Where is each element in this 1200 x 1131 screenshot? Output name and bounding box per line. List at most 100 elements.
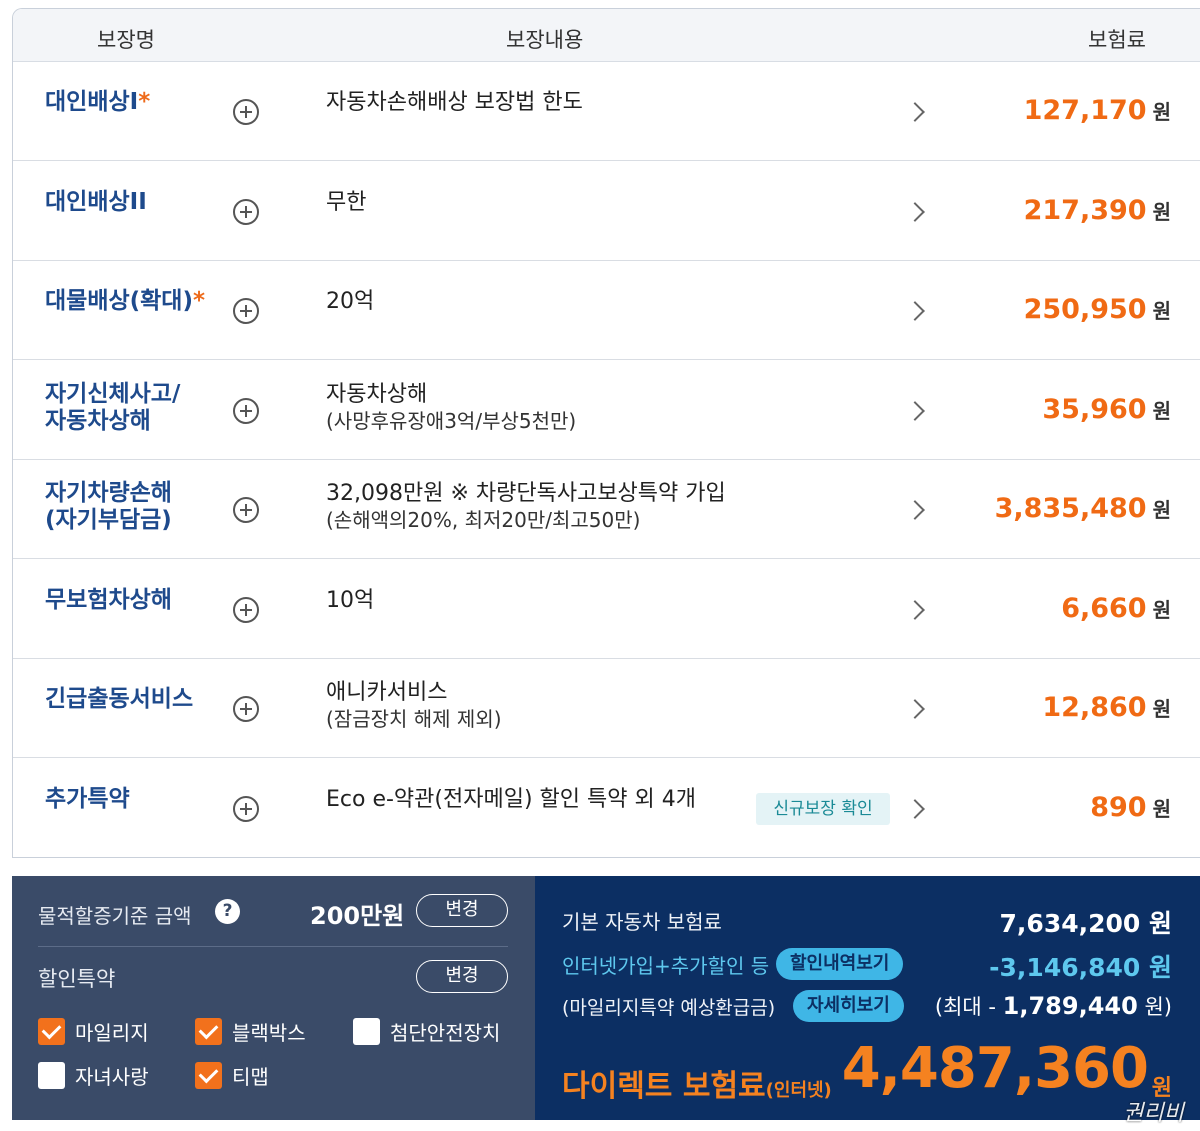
- checkbox-box[interactable]: [195, 1018, 222, 1045]
- premium-value: 127,170: [1023, 95, 1147, 126]
- premium-summary-panel: 기본 자동차 보험료 7,634,200 원 인터넷가입+추가할인 등 할인내역…: [535, 876, 1200, 1120]
- divider: [38, 946, 508, 947]
- expand-plus-icon[interactable]: [233, 596, 259, 623]
- required-star: *: [138, 89, 151, 115]
- premium-amount: 3,835,480 원: [995, 493, 1171, 524]
- expand-plus-icon[interactable]: [233, 198, 259, 225]
- checkbox-box[interactable]: [353, 1018, 380, 1045]
- coverage-detail: 32,098만원 ※ 차량단독사고보상특약 가입 (손해액의20%, 최저20만/…: [326, 480, 726, 534]
- table-row[interactable]: 대물배상(확대)* 20억 250,950 원: [13, 261, 1200, 360]
- change-discount-button[interactable]: 변경: [416, 960, 508, 993]
- change-property-button[interactable]: 변경: [416, 894, 508, 927]
- discount-rider-label: 할인특약: [38, 967, 116, 991]
- checkbox-blackbox[interactable]: 블랙박스: [195, 1017, 306, 1046]
- checkbox-mileage[interactable]: 마일리지: [38, 1017, 149, 1046]
- coverage-detail: 10억: [326, 587, 374, 614]
- base-premium-amount: 7,634,200 원: [999, 909, 1172, 938]
- chevron-right-icon[interactable]: [905, 102, 925, 122]
- direct-label: 다이렉트 보험료: [562, 1069, 766, 1104]
- checkbox-tmap[interactable]: 티맵: [195, 1061, 269, 1090]
- premium-amount: 35,960 원: [1042, 394, 1171, 425]
- coverage-detail: 자동차손해배상 보장법 한도: [326, 89, 583, 116]
- table-row[interactable]: 자기차량손해 (자기부담금) 32,098만원 ※ 차량단독사고보상특약 가입 (손해…: [13, 460, 1200, 559]
- header-coverage-name: 보장명: [97, 28, 155, 52]
- mileage-prefix: (최대 -: [934, 995, 1003, 1019]
- base-premium-label: 기본 자동차 보험료: [562, 910, 722, 934]
- checkbox-label: 자녀사랑: [75, 1065, 149, 1089]
- required-star: *: [192, 288, 206, 314]
- coverage-detail-main: 10억: [326, 587, 375, 613]
- expand-plus-icon[interactable]: [233, 497, 259, 523]
- coverage-detail-main: 32,098만원 ※ 차량단독사고보상특약 가입: [326, 481, 726, 506]
- premium-won: 원: [1152, 597, 1171, 622]
- expand-plus-icon[interactable]: [233, 99, 259, 125]
- expand-plus-icon[interactable]: [233, 298, 259, 324]
- direct-premium-total: 4,487,360: [841, 1036, 1149, 1101]
- direct-premium-label: 다이렉트 보험료(인터넷): [562, 1061, 832, 1105]
- discount-amount: -3,146,840 원: [989, 953, 1172, 982]
- coverage-detail-main: 자동차손해배상 보장법 한도: [326, 90, 583, 115]
- chevron-right-icon[interactable]: [905, 500, 925, 520]
- coverage-name: 추가특약: [45, 785, 130, 812]
- premium-won: 원: [1152, 100, 1171, 124]
- table-row[interactable]: 대인배상II 무한 217,390 원: [13, 162, 1200, 261]
- discount-label: 인터넷가입+추가할인 등: [562, 954, 770, 978]
- checkbox-child-love[interactable]: 자녀사랑: [38, 1061, 149, 1090]
- table-row[interactable]: 자기신체사고/자동차상해 자동차상해 (사망후유장애3억/부상5천만) 35,960 원: [13, 361, 1200, 460]
- coverage-detail: 무한: [326, 189, 366, 216]
- table-row[interactable]: 긴급출동서비스 애니카서비스 (잠금장치 해제 제외) 12,860 원: [13, 659, 1200, 758]
- premium-won: 원: [1152, 498, 1171, 522]
- premium-won: 원: [1152, 199, 1171, 224]
- chevron-right-icon[interactable]: [905, 599, 925, 620]
- coverage-detail: Eco e-약관(전자메일) 할인 특약 외 4개: [326, 786, 696, 813]
- chevron-right-icon[interactable]: [905, 400, 925, 421]
- coverage-name: 무보험차상해: [45, 586, 172, 613]
- checkbox-box[interactable]: [38, 1018, 65, 1045]
- new-coverage-badge[interactable]: 신규보장 확인: [756, 792, 890, 825]
- mileage-value: 1,789,440: [1002, 992, 1138, 1020]
- coverage-detail-main: 20억: [326, 289, 375, 314]
- coverage-name: 대인배상II: [45, 188, 147, 215]
- coverage-name: 대인배상I*: [45, 89, 151, 115]
- checkbox-advanced-safety[interactable]: 첨단안전장치: [353, 1017, 500, 1046]
- coverage-detail-sub: (손해액의20%, 최저20만/최고50만): [326, 508, 641, 532]
- coverage-name: 대물배상(확대)*: [45, 288, 206, 314]
- discount-panel: 물적할증기준 금액 ? 200만원 변경 할인특약 변경 마일리지 블랙박스 첨…: [12, 876, 535, 1120]
- header-coverage-detail: 보장내용: [506, 28, 584, 52]
- coverage-detail: 애니카서비스 (잠금장치 해제 제외): [326, 679, 502, 733]
- coverage-detail-main: Eco e-약관(전자메일) 할인 특약 외 4개: [326, 786, 696, 812]
- expand-plus-icon[interactable]: [233, 397, 259, 424]
- expand-plus-icon[interactable]: [233, 795, 259, 822]
- coverage-detail-main: 애니카서비스: [326, 680, 448, 705]
- view-discount-button[interactable]: 할인내역보기: [776, 948, 904, 980]
- chevron-right-icon[interactable]: [905, 201, 925, 222]
- coverage-detail-sub: (사망후유장애3억/부상5천만): [326, 408, 577, 433]
- property-surcharge-label: 물적할증기준 금액: [38, 904, 192, 928]
- table-row[interactable]: 무보험차상해 10억 6,660 원: [13, 560, 1200, 659]
- chevron-right-icon[interactable]: [905, 798, 925, 819]
- view-details-button[interactable]: 자세히보기: [793, 990, 904, 1022]
- premium-amount: 217,390 원: [1024, 195, 1171, 226]
- mileage-refund-label: (마일리지특약 예상환급금): [562, 997, 776, 1019]
- premium-won: 원: [1152, 697, 1171, 721]
- coverage-detail-main: 무한: [326, 189, 367, 215]
- premium-amount: 12,860 원: [1042, 692, 1171, 723]
- help-icon[interactable]: ?: [215, 899, 240, 924]
- premium-value: 217,390: [1023, 194, 1147, 226]
- expand-plus-icon[interactable]: [233, 696, 259, 722]
- checkbox-box[interactable]: [38, 1062, 65, 1089]
- chevron-right-icon[interactable]: [905, 301, 925, 321]
- checkbox-box[interactable]: [195, 1062, 222, 1089]
- premium-value: 35,960: [1042, 393, 1147, 425]
- table-row[interactable]: 대인배상I* 자동차손해배상 보장법 한도 127,170 원: [13, 62, 1200, 161]
- mileage-suffix: 원): [1137, 995, 1172, 1019]
- chevron-right-icon[interactable]: [905, 699, 925, 719]
- checkbox-label: 티맵: [232, 1065, 269, 1089]
- premium-won: 원: [1152, 299, 1171, 323]
- premium-value: 6,660: [1061, 592, 1147, 624]
- checkbox-label: 마일리지: [75, 1021, 149, 1045]
- table-row[interactable]: 추가특약 Eco e-약관(전자메일) 할인 특약 외 4개 신규보장 확인 890 원: [13, 759, 1200, 858]
- coverage-name: 자기신체사고/자동차상해: [45, 380, 181, 434]
- watermark-signature: 권리비: [1123, 1101, 1184, 1126]
- coverage-detail-main: 자동차상해: [326, 381, 428, 407]
